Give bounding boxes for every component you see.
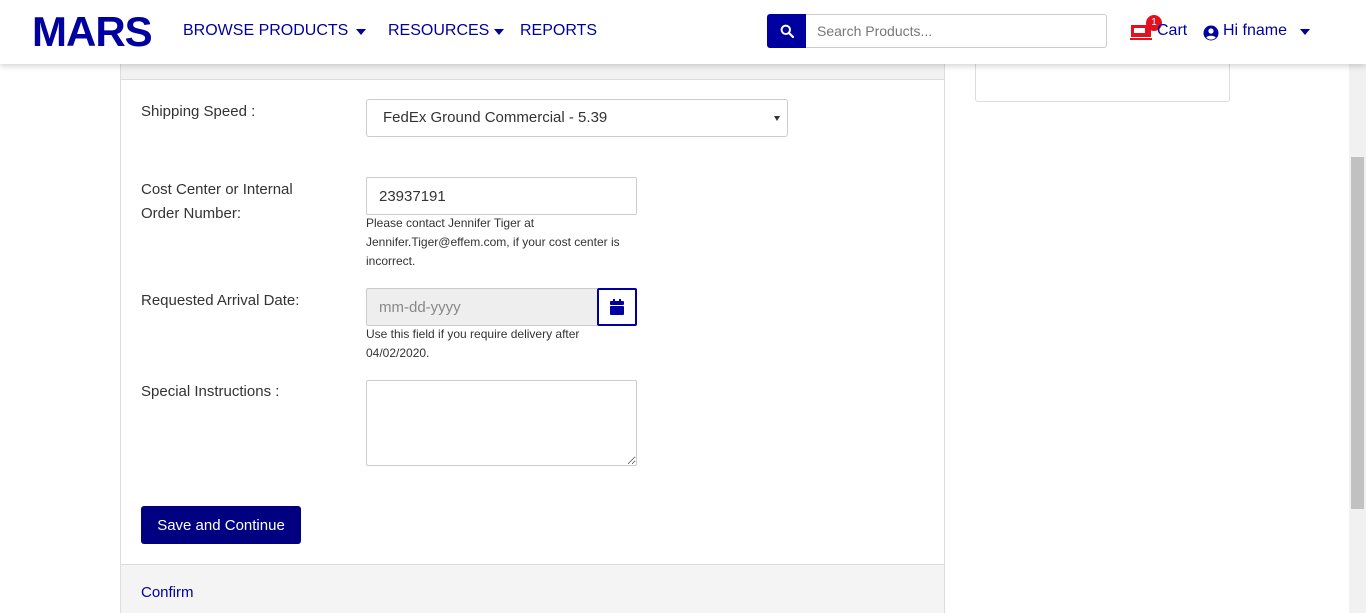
save-and-continue-button[interactable]: Save and Continue — [141, 506, 301, 544]
cost-center-label-line1: Cost Center or Internal — [141, 181, 293, 198]
shipping-speed-label: Shipping Speed : — [141, 103, 256, 120]
cart-link[interactable]: Cart — [1157, 21, 1187, 41]
cost-center-help-line3: incorrect. — [366, 254, 416, 268]
nav-resources[interactable]: RESOURCES — [388, 21, 489, 41]
shipping-speed-selected-value: FedEx Ground Commercial - 5.39 — [383, 109, 608, 126]
shipping-details-card: Shipping Speed : FedEx Ground Commercial… — [120, 60, 945, 613]
calendar-icon — [610, 299, 624, 315]
search-icon — [780, 24, 794, 38]
top-navbar: MARS BROWSE PRODUCTS RESOURCES REPORTS 1… — [0, 0, 1366, 64]
special-instructions-label: Special Instructions : — [141, 383, 280, 400]
arrival-date-help-line2: 04/02/2020. — [366, 346, 430, 360]
confirm-step-label[interactable]: Confirm — [141, 581, 194, 605]
resources-chevron-down-icon[interactable] — [494, 29, 504, 35]
nav-reports[interactable]: REPORTS — [520, 21, 597, 41]
cost-center-input[interactable] — [366, 177, 637, 215]
shipping-speed-select[interactable]: FedEx Ground Commercial - 5.39 — [366, 99, 788, 137]
search-input[interactable] — [806, 14, 1107, 48]
cost-center-help-line1: Please contact Jennifer Tiger at — [366, 216, 535, 230]
user-menu-toggle[interactable]: Hi fname — [1223, 21, 1287, 41]
cost-center-label-line2: Order Number: — [141, 205, 242, 222]
arrival-date-help-line1: Use this field if you require delivery a… — [366, 327, 580, 341]
arrival-date-label: Requested Arrival Date: — [141, 292, 300, 309]
arrival-date-input[interactable] — [366, 288, 597, 326]
select-arrow-icon — [774, 116, 780, 121]
user-circle-icon[interactable] — [1203, 23, 1219, 43]
search-button[interactable] — [767, 14, 806, 48]
mars-logo[interactable]: MARS — [32, 11, 153, 53]
special-instructions-textarea[interactable] — [366, 380, 637, 466]
user-menu-chevron-down-icon[interactable] — [1300, 29, 1310, 35]
nav-browse-products[interactable]: BROWSE PRODUCTS — [183, 21, 348, 41]
page-scrollbar-thumb[interactable] — [1351, 157, 1364, 509]
calendar-button[interactable] — [597, 288, 637, 326]
confirm-step-header[interactable]: Confirm — [121, 564, 944, 613]
cost-center-help-line2: Jennifer.Tiger@effem.com, if your cost c… — [366, 235, 620, 249]
browse-products-chevron-down-icon[interactable] — [356, 29, 366, 35]
